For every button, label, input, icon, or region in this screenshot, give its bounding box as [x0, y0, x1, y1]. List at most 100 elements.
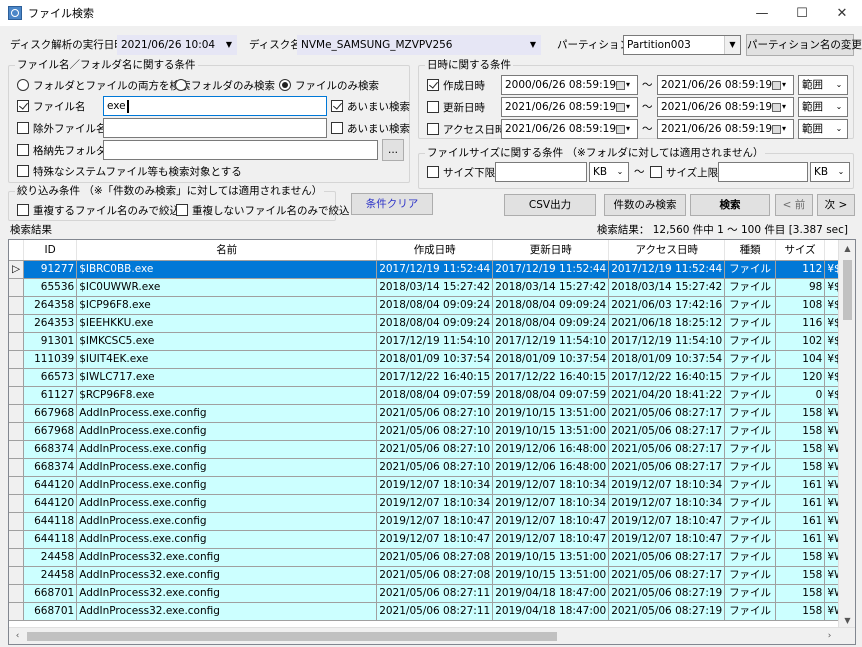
column-header-created[interactable]: 作成日時 [376, 240, 494, 261]
nodup-filter-checkbox[interactable]: 重複しないファイル名のみで絞込 [176, 202, 350, 218]
column-header-type[interactable]: 種類 [724, 240, 776, 261]
minimize-button[interactable]: — [742, 0, 782, 26]
table-row[interactable]: 644118 AddInProcess.exe.config 2019/12/07 … [9, 530, 855, 549]
table-row[interactable]: ▷ 91277 $IBRC0BB.exe 2017/12/19 11:52:44 201… [9, 260, 855, 279]
size-min-unit-select[interactable]: KB ⌄ [589, 162, 629, 182]
clear-conditions-button[interactable]: 条件クリア [351, 193, 433, 215]
updated-date-checkbox[interactable]: 更新日時 [427, 99, 485, 115]
row-header[interactable] [9, 386, 24, 405]
filename-input[interactable]: exe [103, 96, 327, 116]
row-header[interactable] [9, 458, 24, 477]
close-button[interactable]: ✕ [822, 0, 862, 26]
scroll-up-icon[interactable]: ▲ [839, 240, 855, 257]
size-min-checkbox[interactable]: サイズ下限 [427, 164, 495, 180]
browse-folder-button[interactable]: ... [382, 139, 404, 161]
disk-name-select[interactable]: NVMe_SAMSUNG_MZVPV256 ▼ [297, 35, 541, 55]
size-max-input[interactable] [718, 162, 808, 182]
system-files-checkbox[interactable]: 特殊なシステムファイル等も検索対象とする [17, 163, 242, 179]
created-date-checkbox[interactable]: 作成日時 [427, 77, 485, 93]
fuzzy-search-checkbox-1[interactable]: あいまい検索 [331, 98, 410, 114]
vertical-scrollbar[interactable]: ▲ ▼ [838, 240, 855, 629]
table-row[interactable]: 668374 AddInProcess.exe.config 2021/05/06 … [9, 440, 855, 459]
row-header[interactable] [9, 476, 24, 495]
table-row[interactable]: 644120 AddInProcess.exe.config 2019/12/07 … [9, 494, 855, 513]
row-header[interactable] [9, 584, 24, 603]
column-header-id[interactable]: ID [23, 240, 78, 261]
table-row[interactable]: 667968 AddInProcess.exe.config 2021/05/06 … [9, 422, 855, 441]
row-header[interactable] [9, 602, 24, 621]
radio-search-both[interactable]: フォルダとファイルの両方を検索 [17, 77, 191, 93]
table-row[interactable]: 61127 $RCP96F8.exe 2018/08/04 09:07:59 2018… [9, 386, 855, 405]
row-header[interactable] [9, 530, 24, 549]
horizontal-scrollbar[interactable]: ‹ › [9, 627, 855, 644]
folder-input[interactable] [103, 140, 378, 160]
row-header[interactable] [9, 422, 24, 441]
created-to-picker[interactable]: 2021/06/26 08:59:19 ▾ [657, 75, 794, 95]
csv-export-button[interactable]: CSV出力 [504, 194, 596, 216]
scroll-right-icon[interactable]: › [821, 628, 838, 644]
change-partition-button[interactable]: パーティション名の変更 [746, 34, 862, 56]
created-from-picker[interactable]: 2000/06/26 08:59:19 ▾ [501, 75, 638, 95]
table-row[interactable]: 264358 $ICP96F8.exe 2018/08/04 09:09:24 201… [9, 296, 855, 315]
row-header[interactable] [9, 296, 24, 315]
partition-name-select[interactable]: Partition003 ▼ [623, 35, 741, 55]
table-row[interactable]: 668374 AddInProcess.exe.config 2021/05/06 … [9, 458, 855, 477]
radio-search-folder[interactable]: フォルダのみ検索 [175, 77, 275, 93]
radio-search-file[interactable]: ファイルのみ検索 [279, 77, 379, 93]
updated-from-picker[interactable]: 2021/06/26 08:59:19 ▾ [501, 97, 638, 117]
count-only-search-button[interactable]: 件数のみ検索 [604, 194, 686, 216]
column-header-size[interactable]: サイズ [775, 240, 826, 261]
vertical-scroll-thumb[interactable] [843, 260, 852, 320]
table-row[interactable]: 264353 $IEEHKKU.exe 2018/08/04 09:09:24 201… [9, 314, 855, 333]
table-row[interactable]: 668701 AddInProcess32.exe.config 2021/05/0… [9, 584, 855, 603]
scroll-left-icon[interactable]: ‹ [9, 628, 26, 644]
access-date-checkbox[interactable]: アクセス日時 [427, 121, 505, 137]
table-row[interactable]: 667968 AddInProcess.exe.config 2021/05/06 … [9, 404, 855, 423]
row-header[interactable] [9, 494, 24, 513]
exclude-filename-checkbox[interactable]: 除外ファイル名 [17, 120, 107, 136]
column-header-accessed[interactable]: アクセス日時 [608, 240, 726, 261]
created-range-select[interactable]: 範囲 ⌄ [798, 75, 848, 95]
analysis-date-select[interactable]: 2021/06/26 10:04 ▼ [117, 35, 237, 55]
access-range-select[interactable]: 範囲 ⌄ [798, 119, 848, 139]
column-header-updated[interactable]: 更新日時 [492, 240, 610, 261]
table-row[interactable]: 644120 AddInProcess.exe.config 2019/12/07 … [9, 476, 855, 495]
row-header[interactable] [9, 314, 24, 333]
size-min-input[interactable] [495, 162, 587, 182]
fuzzy-search-checkbox-2[interactable]: あいまい検索 [331, 120, 410, 136]
row-header[interactable] [9, 440, 24, 459]
table-row[interactable]: 65536 $IC0UWWR.exe 2018/03/14 15:27:42 2018… [9, 278, 855, 297]
row-header[interactable] [9, 566, 24, 585]
row-header[interactable] [9, 350, 24, 369]
results-grid[interactable]: ID 名前 作成日時 更新日時 アクセス日時 種類 サイズ ▷ 91277 $IBR… [8, 239, 856, 645]
table-row[interactable]: 668701 AddInProcess32.exe.config 2021/05/0… [9, 602, 855, 621]
folder-checkbox[interactable]: 格納先フォルダ [17, 142, 107, 158]
row-header[interactable] [9, 548, 24, 567]
dup-filter-checkbox[interactable]: 重複するファイル名のみで絞込 [17, 202, 180, 218]
row-header[interactable] [9, 368, 24, 387]
table-row[interactable]: 66573 $IWLC717.exe 2017/12/22 16:40:15 2017… [9, 368, 855, 387]
table-row[interactable]: 91301 $IMKCSC5.exe 2017/12/19 11:54:10 2017… [9, 332, 855, 351]
search-button[interactable]: 検索 [690, 194, 770, 216]
table-row[interactable]: 644118 AddInProcess.exe.config 2019/12/07 … [9, 512, 855, 531]
current-row-indicator-icon[interactable]: ▷ [9, 260, 24, 279]
updated-range-select[interactable]: 範囲 ⌄ [798, 97, 848, 117]
access-from-picker[interactable]: 2021/06/26 08:59:19 ▾ [501, 119, 638, 139]
table-row[interactable]: 24458 AddInProcess32.exe.config 2021/05/06… [9, 548, 855, 567]
column-header-name[interactable]: 名前 [76, 240, 378, 261]
row-header[interactable] [9, 332, 24, 351]
updated-to-picker[interactable]: 2021/06/26 08:59:19 ▾ [657, 97, 794, 117]
table-row[interactable]: 24458 AddInProcess32.exe.config 2021/05/06… [9, 566, 855, 585]
table-row[interactable]: 111039 $IUIT4EK.exe 2018/01/09 10:37:54 201… [9, 350, 855, 369]
size-max-checkbox[interactable]: サイズ上限 [650, 164, 718, 180]
next-page-button[interactable]: 次 > [817, 194, 855, 216]
row-header[interactable] [9, 278, 24, 297]
size-max-unit-select[interactable]: KB ⌄ [810, 162, 850, 182]
exclude-filename-input[interactable] [103, 118, 327, 138]
maximize-button[interactable]: ☐ [782, 0, 822, 26]
row-header[interactable] [9, 404, 24, 423]
prev-page-button[interactable]: < 前 [775, 194, 813, 216]
horizontal-scroll-thumb[interactable] [27, 632, 557, 641]
row-header[interactable] [9, 512, 24, 531]
filename-checkbox[interactable]: ファイル名 [17, 98, 86, 114]
